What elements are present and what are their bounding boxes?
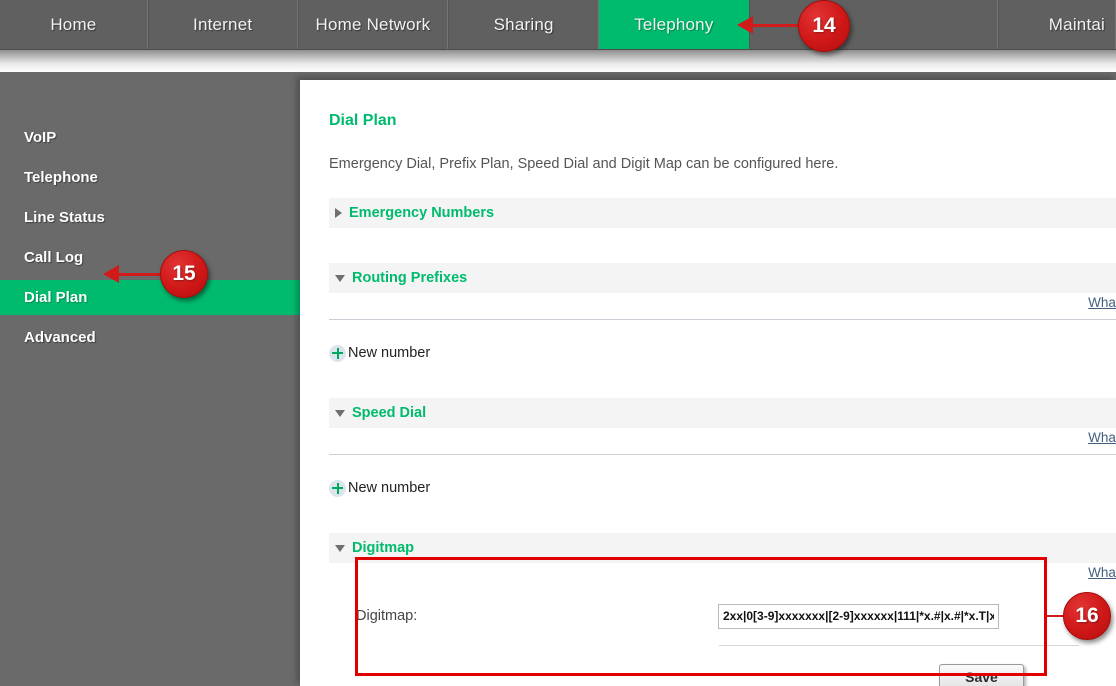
nav-tab-sharing-label: Sharing [493,14,554,34]
chevron-right-icon [335,208,342,218]
digitmap-field-row: Digitmap: [329,587,1116,645]
section-header-digitmap[interactable]: Digitmap [329,533,1116,563]
whats-this-link-routing[interactable]: What's th [1088,295,1116,310]
section-gap-routing [329,367,1116,398]
whats-this-row-digitmap: What's th [329,563,1116,587]
section-body-digitmap: What's th Digitmap: Save [329,563,1116,686]
section-title-digitmap: Digitmap [352,540,415,556]
section-title-routing-prefixes: Routing Prefixes [352,270,468,286]
new-number-routing-label: New number [348,345,431,361]
sidebar-item-telephone[interactable]: Telephone [0,160,300,195]
sidebar-item-line-status[interactable]: Line Status [0,200,300,235]
sidebar-item-call-log[interactable]: Call Log [0,240,300,275]
page-title: Dial Plan [329,112,397,129]
nav-tab-telephony-label: Telephony [634,14,714,34]
section-header-routing-prefixes[interactable]: Routing Prefixes [329,263,1116,293]
top-navigation-bar: Home Internet Home Network Sharing Telep… [0,0,1116,50]
section-title-speed-dial: Speed Dial [352,405,427,421]
header-gradient-divider [0,50,1116,72]
sidebar-item-telephone-label: Telephone [24,169,98,186]
nav-tab-sharing[interactable]: Sharing [448,0,600,49]
nav-tab-internet-label: Internet [193,14,253,34]
nav-tab-home-label: Home [50,14,97,34]
sidebar-item-voip[interactable]: VoIP [0,120,300,155]
plus-icon [329,479,346,497]
sidebar-item-voip-label: VoIP [24,129,57,146]
digitmap-field-label: Digitmap: [356,608,418,624]
section-title-emergency-numbers: Emergency Numbers [349,205,495,221]
sidebar-item-advanced[interactable]: Advanced [0,320,300,355]
content-panel: Dial Plan Emergency Dial, Prefix Plan, S… [300,80,1116,686]
router-admin-page: Home Internet Home Network Sharing Telep… [0,0,1116,686]
sidebar-item-dial-plan[interactable]: Dial Plan [0,280,300,315]
new-number-routing[interactable]: New number [329,339,1116,367]
sidebar-menu: VoIP Telephone Line Status Call Log Dial… [0,72,300,686]
whats-this-row-speed-dial: What's th [329,428,1116,452]
new-number-speed-dial-label: New number [348,480,431,496]
nav-tab-maintain-label: Maintai [1048,14,1105,34]
chevron-down-icon [335,274,345,282]
nav-tab-home[interactable]: Home [0,0,148,49]
digitmap-save-row: Save [329,664,1116,686]
nav-tab-maintain[interactable]: Maintai [997,0,1116,49]
nav-tab-home-network[interactable]: Home Network [297,0,449,49]
section-body-speed-dial: What's th New number [329,428,1116,502]
digitmap-form: Digitmap: Save [329,587,1116,686]
sidebar-item-call-log-label: Call Log [24,249,84,266]
sidebar-item-line-status-label: Line Status [24,209,105,226]
digitmap-input[interactable] [718,603,999,629]
divider-routing [329,319,1116,320]
chevron-down-icon [335,409,345,417]
chevron-down-icon [335,544,345,552]
sidebar-item-advanced-label: Advanced [24,329,96,346]
whats-this-row-routing: What's th [329,293,1116,317]
save-button[interactable]: Save [939,664,1024,686]
plus-icon [329,344,346,362]
page-description: Emergency Dial, Prefix Plan, Speed Dial … [329,156,839,172]
divider-digitmap [719,645,1079,646]
section-header-speed-dial[interactable]: Speed Dial [329,398,1116,428]
section-header-emergency-numbers[interactable]: Emergency Numbers [329,198,1116,228]
nav-spacer [748,0,998,49]
section-gap-speed-dial [329,502,1116,533]
new-number-speed-dial[interactable]: New number [329,474,1116,502]
divider-speed-dial [329,454,1116,455]
whats-this-link-speed-dial[interactable]: What's th [1088,430,1116,445]
nav-tab-home-network-label: Home Network [315,14,431,34]
section-gap-emergency [329,228,1116,263]
sidebar-item-dial-plan-label: Dial Plan [24,289,88,306]
nav-tab-telephony[interactable]: Telephony [599,0,749,49]
nav-tab-internet[interactable]: Internet [147,0,298,49]
section-body-routing-prefixes: What's th New number [329,293,1116,367]
whats-this-link-digitmap[interactable]: What's th [1088,565,1116,580]
